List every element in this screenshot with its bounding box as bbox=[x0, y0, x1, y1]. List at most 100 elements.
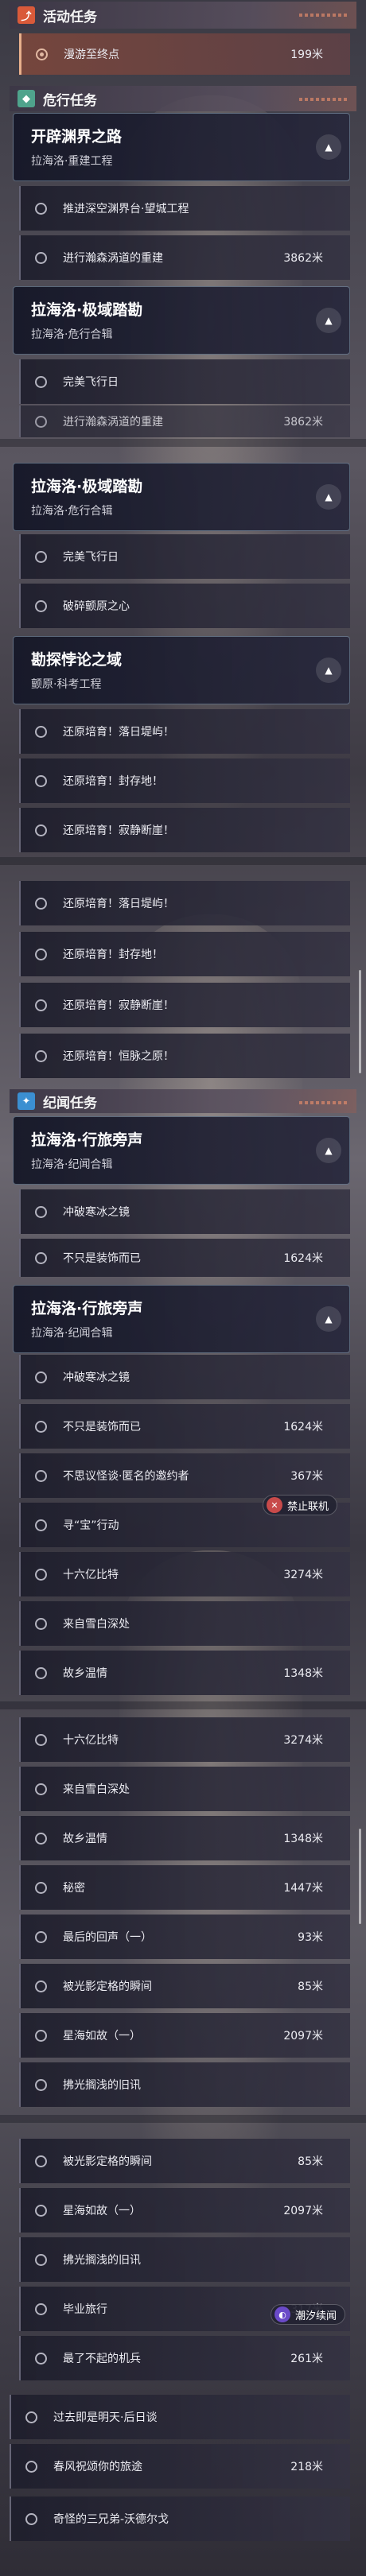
quest-circle-icon bbox=[35, 375, 47, 388]
divider bbox=[0, 2115, 366, 2123]
list-item[interactable]: 冲破寒冰之镜 bbox=[19, 1189, 350, 1234]
quest-group[interactable]: 勘探悖论之域 颤原·科考工程 ▲ bbox=[13, 636, 350, 704]
collapse-icon[interactable]: ▲ bbox=[316, 1138, 341, 1163]
list-item[interactable]: 还原培育！落日堤屿！ bbox=[19, 881, 350, 925]
target-icon bbox=[36, 48, 48, 60]
item-label: 不思议怪谈·匿名的邀约者 bbox=[63, 1470, 189, 1483]
list-item[interactable]: 完美飞行日 bbox=[19, 359, 350, 404]
divider bbox=[0, 439, 366, 447]
quest-circle-icon bbox=[35, 202, 47, 215]
group-title: 拉海洛·极域踏勘 bbox=[31, 478, 143, 495]
header-decoration bbox=[299, 14, 347, 17]
scrollbar[interactable] bbox=[359, 970, 361, 1073]
item-label: 破碎颤原之心 bbox=[63, 600, 130, 613]
list-item[interactable]: 来自雪白深处 bbox=[19, 1767, 350, 1811]
list-item[interactable]: 十六亿比特 3274米 bbox=[19, 1552, 350, 1596]
quest-circle-icon bbox=[35, 1205, 47, 1218]
section-header-chronicle[interactable]: ✦ 纪闻任务 bbox=[10, 1089, 356, 1113]
list-item[interactable]: 最了不起的机兵 261米 bbox=[19, 2336, 350, 2380]
list-item[interactable]: 完美飞行日 bbox=[19, 534, 350, 579]
quest-group[interactable]: 拉海洛·极域踏勘 拉海洛·危行合辑 ▲ bbox=[13, 463, 350, 531]
list-item[interactable]: 推进深空渊界台·望城工程 bbox=[19, 186, 350, 231]
item-label: 最了不起的机兵 bbox=[63, 2353, 141, 2365]
list-item[interactable]: 秘密 1447米 bbox=[19, 1865, 350, 1910]
item-distance: 85米 bbox=[298, 1980, 323, 1993]
quest-circle-icon bbox=[35, 1666, 47, 1679]
group-title: 开辟渊界之路 bbox=[31, 128, 123, 145]
quest-circle-icon bbox=[25, 2460, 37, 2473]
quest-group[interactable]: 拉海洛·极域踏勘 拉海洛·危行合辑 ▲ bbox=[13, 286, 350, 355]
section-title: 活动任务 bbox=[43, 9, 97, 25]
list-item[interactable]: 还原培育！封存地！ bbox=[19, 932, 350, 976]
list-item[interactable]: 十六亿比特 3274米 bbox=[19, 1717, 350, 1762]
list-item[interactable]: 拂光搁浅的旧讯 bbox=[19, 2237, 350, 2282]
collapse-icon[interactable]: ▲ bbox=[316, 308, 341, 333]
list-item[interactable]: 不只是装饰而已 1624米 bbox=[19, 1404, 350, 1449]
scrollbar[interactable] bbox=[359, 1829, 361, 1924]
list-item[interactable]: 漫游至终点 199米 bbox=[19, 33, 350, 75]
item-label: 还原培育！落日堤屿！ bbox=[63, 898, 174, 910]
quest-circle-icon bbox=[35, 2204, 47, 2217]
list-item[interactable]: 来自雪白深处 bbox=[19, 1601, 350, 1646]
quest-circle-icon bbox=[35, 2352, 47, 2365]
item-distance: 1348米 bbox=[283, 1667, 323, 1680]
item-distance: 1624米 bbox=[283, 1421, 323, 1433]
list-item[interactable]: 不思议怪谈·匿名的邀约者 367米 bbox=[19, 1453, 350, 1498]
quest-group[interactable]: 开辟渊界之路 拉海洛·重建工程 ▲ bbox=[13, 113, 350, 181]
list-item[interactable]: 春风祝颂你的旅途 218米 bbox=[10, 2444, 350, 2489]
collapse-icon[interactable]: ▲ bbox=[316, 484, 341, 510]
item-distance: 1348米 bbox=[283, 1833, 323, 1845]
list-item[interactable]: 过去即是明天·后日谈 bbox=[10, 2395, 350, 2439]
section-title: 危行任务 bbox=[43, 92, 97, 109]
list-item[interactable]: 还原培育！寂静断崖！ bbox=[19, 983, 350, 1027]
collapse-icon[interactable]: ▲ bbox=[316, 658, 341, 683]
list-item[interactable]: 拂光搁浅的旧讯 bbox=[19, 2062, 350, 2107]
quest-circle-icon bbox=[35, 1519, 47, 1531]
list-item[interactable]: 还原培育！恒脉之原！ bbox=[19, 1034, 350, 1078]
section-header-activity[interactable]: ⤴ 活动任务 bbox=[10, 2, 356, 29]
list-item[interactable]: 不只是装饰而已 1624米 bbox=[19, 1239, 350, 1277]
quest-circle-icon bbox=[35, 725, 47, 738]
list-item[interactable]: 星海如故（一） 2097米 bbox=[19, 2188, 350, 2233]
section-header-urgent[interactable]: ◆ 危行任务 bbox=[10, 86, 356, 111]
item-label: 进行瀚森涡道的重建 bbox=[63, 252, 163, 265]
list-item[interactable]: 破碎颤原之心 bbox=[19, 584, 350, 628]
group-subtitle: 颤原·科考工程 bbox=[31, 678, 102, 691]
list-item[interactable]: 还原培育！落日堤屿！ bbox=[19, 709, 350, 754]
item-label: 故乡温情 bbox=[63, 1667, 107, 1680]
list-item[interactable]: 被光影定格的瞬间 85米 bbox=[19, 2139, 350, 2183]
item-label: 不只是装饰而已 bbox=[63, 1421, 141, 1433]
list-item[interactable]: 故乡温情 1348米 bbox=[19, 1816, 350, 1860]
item-label: 被光影定格的瞬间 bbox=[63, 1980, 152, 1993]
list-item[interactable]: 奇怪的三兄弟-沃德尔戈 bbox=[10, 2496, 350, 2541]
item-distance: 261米 bbox=[290, 2353, 323, 2365]
list-item[interactable]: 进行瀚森涡道的重建 3862米 bbox=[19, 235, 350, 280]
quest-group[interactable]: 拉海洛·行旅旁声 拉海洛·纪闻合辑 ▲ bbox=[13, 1285, 350, 1353]
item-label: 完美飞行日 bbox=[63, 551, 119, 564]
item-distance: 3274米 bbox=[283, 1569, 323, 1581]
collapse-icon[interactable]: ▲ bbox=[316, 1306, 341, 1332]
item-distance: 3862米 bbox=[283, 252, 323, 265]
item-label: 秘密 bbox=[63, 1882, 85, 1895]
item-label: 星海如故（一） bbox=[63, 2030, 141, 2043]
divider bbox=[0, 1701, 366, 1709]
quest-circle-icon bbox=[35, 1469, 47, 1482]
quest-circle-icon bbox=[35, 1783, 47, 1795]
collapse-icon[interactable]: ▲ bbox=[316, 134, 341, 160]
quest-group[interactable]: 拉海洛·行旅旁声 拉海洛·纪闻合辑 ▲ bbox=[13, 1116, 350, 1185]
list-item[interactable]: 还原培育！寂静断崖！ bbox=[19, 808, 350, 852]
list-item[interactable]: 最后的回声（一） 93米 bbox=[19, 1915, 350, 1959]
list-item[interactable]: 星海如故（一） 2097米 bbox=[19, 2013, 350, 2058]
list-item[interactable]: 被光影定格的瞬间 85米 bbox=[19, 1964, 350, 2008]
quest-circle-icon bbox=[35, 415, 47, 428]
quest-circle-icon bbox=[35, 1049, 47, 1062]
quest-circle-icon bbox=[35, 1420, 47, 1433]
group-subtitle: 拉海洛·重建工程 bbox=[31, 155, 113, 168]
item-label: 被光影定格的瞬间 bbox=[63, 2155, 152, 2168]
list-item[interactable]: 还原培育！封存地！ bbox=[19, 758, 350, 803]
list-item[interactable]: 故乡温情 1348米 bbox=[19, 1651, 350, 1695]
list-item[interactable]: 冲破寒冰之镜 bbox=[19, 1355, 350, 1399]
quest-circle-icon bbox=[35, 1733, 47, 1746]
item-label: 完美飞行日 bbox=[63, 376, 119, 389]
list-item[interactable]: 进行瀚森涡道的重建 3862米 bbox=[19, 405, 350, 437]
